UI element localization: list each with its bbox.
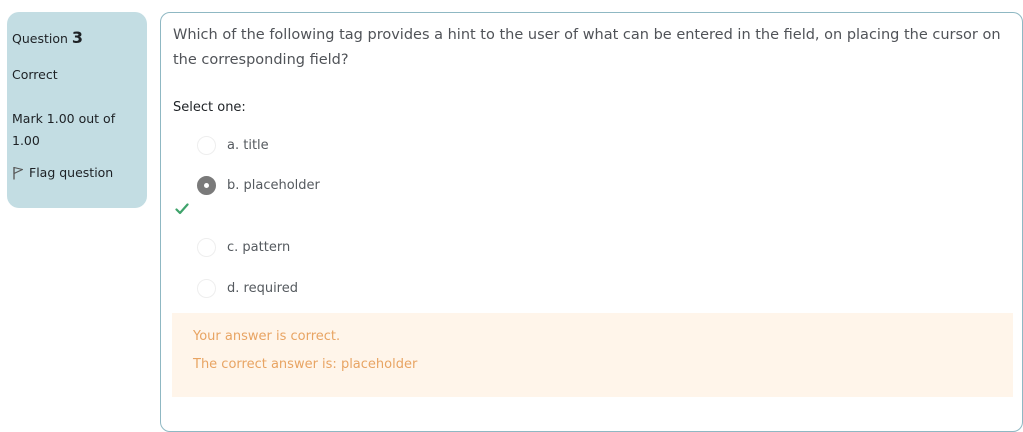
question-grade: Mark 1.00 out of 1.00: [12, 111, 116, 148]
answer-option-a[interactable]: a. title: [197, 134, 269, 156]
question-number-value: 3: [71, 28, 84, 47]
question-number: Question 3: [12, 26, 147, 50]
feedback-result: Your answer is correct.: [193, 329, 341, 344]
answer-radio-c[interactable]: [197, 237, 216, 257]
feedback-right-answer: The correct answer is: placeholder: [193, 357, 418, 372]
feedback-box: Your answer is correct. The correct answ…: [172, 313, 1013, 397]
check-icon: [175, 203, 189, 215]
flag-question-label[interactable]: Flag question: [29, 164, 113, 182]
answer-label-b[interactable]: b. placeholder: [227, 178, 320, 193]
answer-option-d[interactable]: d. required: [197, 277, 298, 299]
answer-radio-b[interactable]: [197, 175, 216, 195]
question-content: Which of the following tag provides a hi…: [160, 12, 1023, 432]
answer-label-c[interactable]: c. pattern: [227, 240, 290, 255]
answer-option-c[interactable]: c. pattern: [197, 236, 290, 258]
question-state: Correct: [12, 67, 58, 82]
answer-option-b[interactable]: b. placeholder: [197, 174, 320, 196]
answer-label-a[interactable]: a. title: [227, 138, 269, 153]
question-info-panel: Question 3 Correct Mark 1.00 out of 1.00…: [7, 12, 147, 208]
answer-radio-d[interactable]: [197, 278, 216, 298]
select-one-prompt: Select one:: [173, 100, 246, 115]
answer-radio-a[interactable]: [197, 135, 216, 155]
answer-label-d[interactable]: d. required: [227, 281, 298, 296]
flag-icon: [13, 166, 24, 180]
question-text: Which of the following tag provides a hi…: [173, 27, 1001, 68]
question-prefix: Question: [12, 31, 68, 46]
flag-question-button[interactable]: Flag question: [12, 164, 147, 182]
